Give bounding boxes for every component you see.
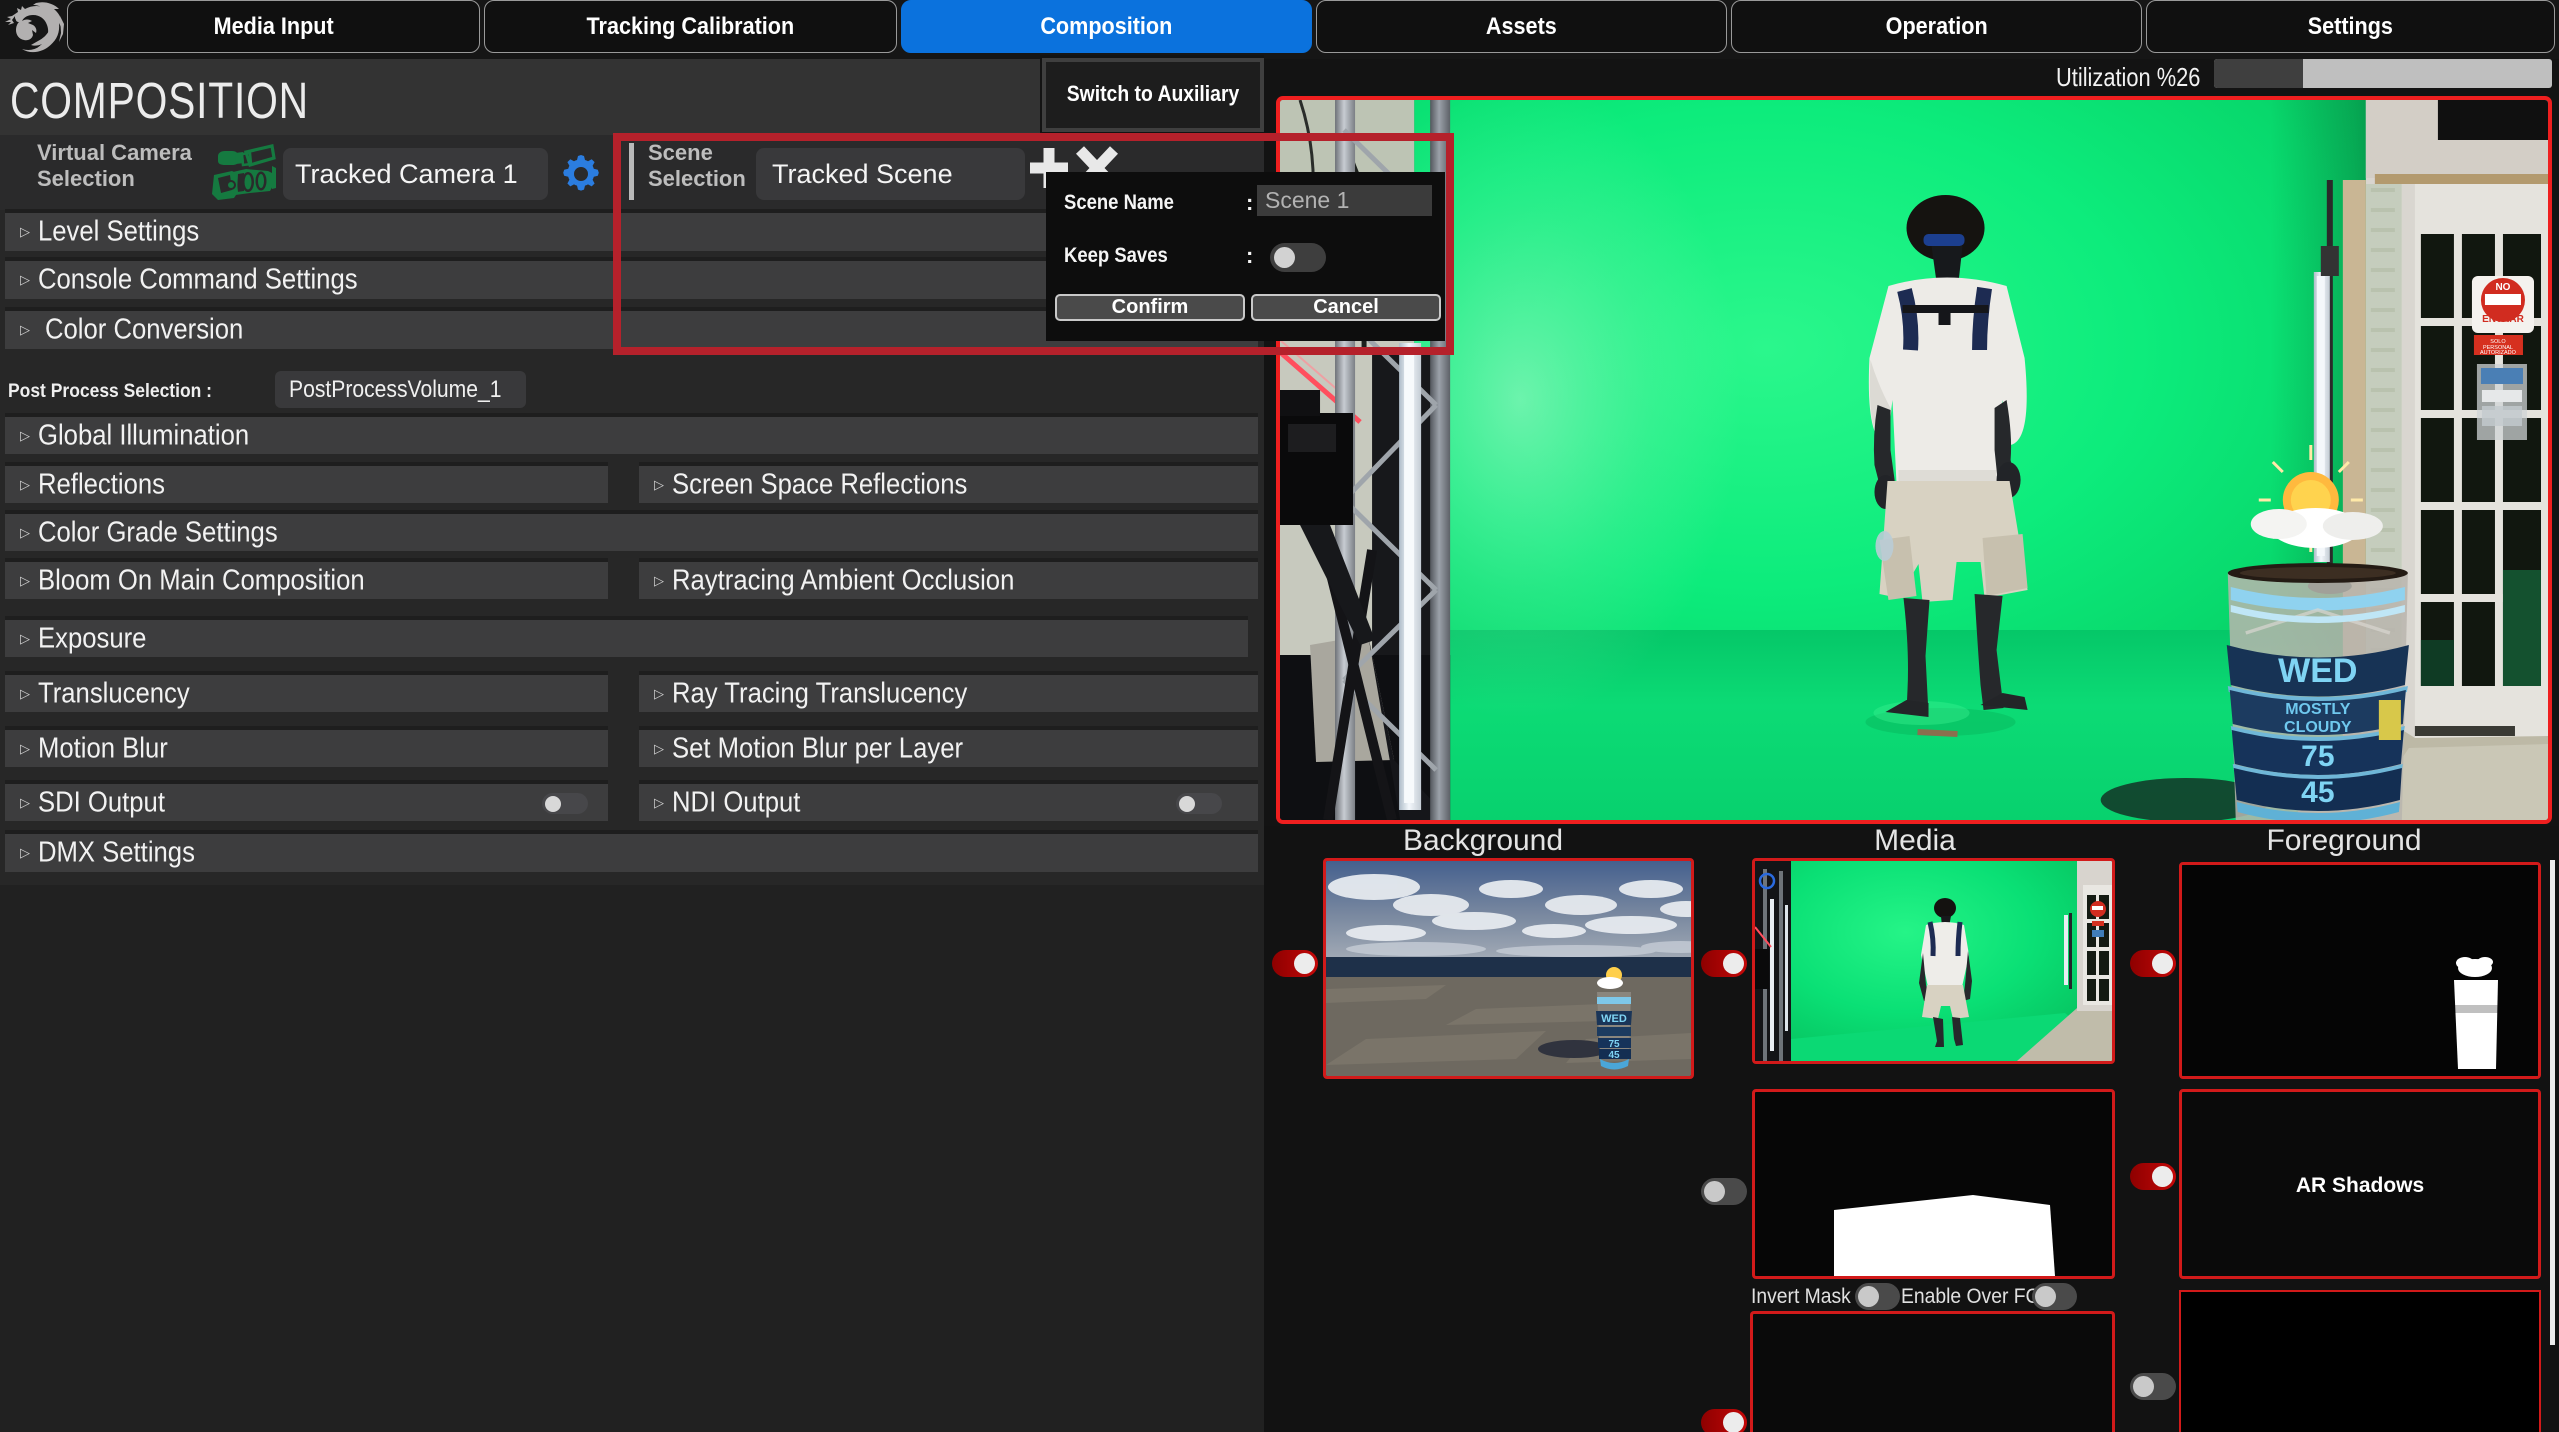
svg-text:AUTORIZADO: AUTORIZADO (2480, 350, 2517, 356)
svg-text:ENTRAR: ENTRAR (2482, 314, 2524, 325)
svg-text:45: 45 (2301, 776, 2334, 809)
svg-text:WED: WED (2278, 652, 2357, 690)
svg-text:MOSTLY: MOSTLY (2285, 701, 2351, 718)
svg-text:75: 75 (1608, 1039, 1620, 1050)
svg-text:CLOUDY: CLOUDY (2284, 719, 2352, 736)
svg-text:45: 45 (1608, 1050, 1620, 1061)
svg-text:75: 75 (2301, 740, 2334, 773)
svg-text:WED: WED (1601, 1013, 1627, 1025)
svg-text:NO: NO (2495, 282, 2510, 293)
